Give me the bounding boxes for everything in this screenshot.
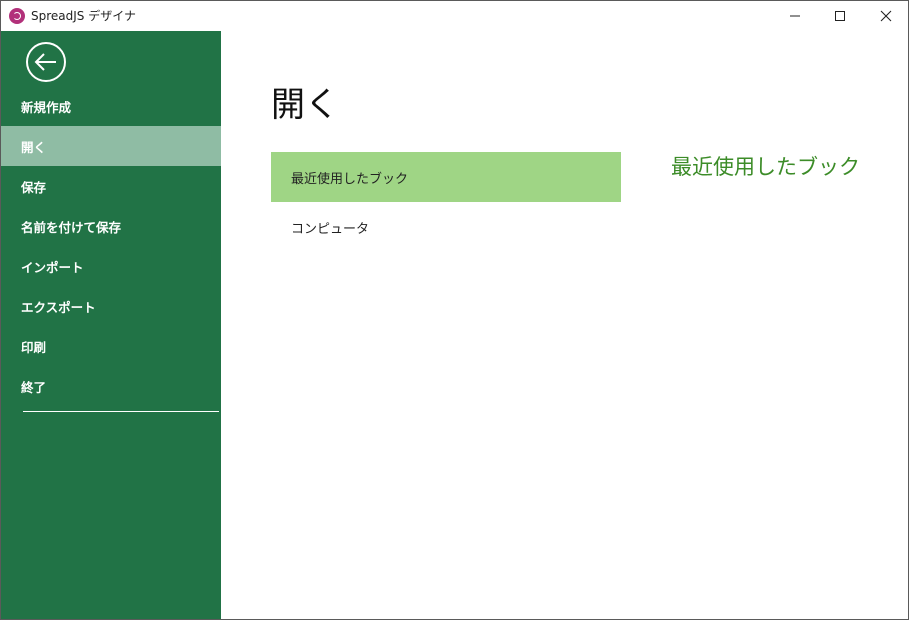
sidebar-item-label: 名前を付けて保存	[21, 219, 122, 235]
option-label: 最近使用したブック	[291, 171, 409, 187]
option-recent-books[interactable]: 最近使用したブック	[271, 152, 621, 202]
close-icon	[880, 10, 892, 22]
main-panel: 開く 最近使用したブック コンピュータ 最近使用したブック	[221, 31, 908, 619]
section-heading: 最近使用したブック	[671, 155, 860, 179]
open-location-list: 最近使用したブック コンピュータ	[271, 152, 621, 252]
sidebar-item-label: 新規作成	[21, 99, 72, 115]
sidebar-item-save-as[interactable]: 名前を付けて保存	[1, 206, 221, 246]
backstage-sidebar: 新規作成 開く 保存 名前を付けて保存 インポート エクスポート 印刷 終了	[1, 31, 221, 619]
spreadjs-logo-icon	[9, 8, 25, 24]
sidebar-item-print[interactable]: 印刷	[1, 326, 221, 366]
minimize-button[interactable]	[772, 1, 818, 31]
sidebar-item-export[interactable]: エクスポート	[1, 286, 221, 326]
sidebar-nav: 新規作成 開く 保存 名前を付けて保存 インポート エクスポート 印刷 終了	[1, 86, 221, 406]
maximize-button[interactable]	[817, 1, 863, 31]
back-arrow-icon	[26, 42, 66, 82]
sidebar-divider	[23, 411, 219, 412]
page-title: 開く	[271, 85, 339, 125]
sidebar-item-label: 印刷	[21, 339, 47, 355]
option-label: コンピュータ	[291, 221, 370, 237]
app-window: SpreadJS デザイナ 新規作成 開く 保存 名前を付けて保存 インポート …	[0, 0, 909, 620]
sidebar-item-label: 終了	[21, 379, 47, 395]
sidebar-item-exit[interactable]: 終了	[1, 366, 221, 406]
sidebar-item-new[interactable]: 新規作成	[1, 86, 221, 126]
title-bar[interactable]: SpreadJS デザイナ	[1, 1, 908, 31]
back-button[interactable]	[25, 41, 67, 83]
sidebar-item-save[interactable]: 保存	[1, 166, 221, 206]
sidebar-item-open[interactable]: 開く	[1, 126, 221, 166]
sidebar-item-label: インポート	[21, 259, 84, 275]
minimize-icon	[790, 15, 800, 17]
sidebar-item-import[interactable]: インポート	[1, 246, 221, 286]
window-title: SpreadJS デザイナ	[31, 9, 136, 23]
sidebar-item-label: 保存	[21, 179, 47, 195]
close-button[interactable]	[863, 1, 908, 31]
maximize-icon	[835, 11, 845, 21]
sidebar-item-label: 開く	[21, 139, 47, 155]
option-computer[interactable]: コンピュータ	[271, 202, 621, 252]
sidebar-item-label: エクスポート	[21, 299, 96, 315]
